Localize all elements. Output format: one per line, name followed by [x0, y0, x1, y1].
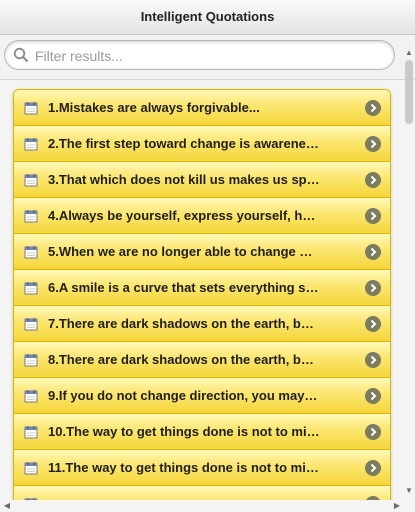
scroll-thumb[interactable]: [405, 60, 413, 124]
search-input[interactable]: [33, 44, 392, 68]
chevron-right-icon[interactable]: [365, 100, 381, 116]
quote-row[interactable]: 8.There are dark shadows on the earth, b…: [14, 342, 390, 378]
quote-label: 7.There are dark shadows on the earth, b…: [48, 316, 314, 331]
quote-label: 10.The way to get things done is not to …: [48, 424, 320, 439]
chevron-right-icon[interactable]: [365, 316, 381, 332]
chevron-right-icon[interactable]: [365, 424, 381, 440]
quote-row[interactable]: 6.A smile is a curve that sets everythin…: [14, 270, 390, 306]
horizontal-scrollbar[interactable]: ◀ ▶: [0, 500, 415, 512]
calendar-icon: [24, 246, 38, 259]
calendar-icon: [24, 174, 38, 187]
quote-row[interactable]: 11.The way to get things done is not to …: [14, 450, 390, 486]
chevron-right-icon[interactable]: [365, 244, 381, 260]
chevron-right-icon[interactable]: [365, 208, 381, 224]
scroll-up-icon[interactable]: ▲: [404, 48, 414, 58]
calendar-icon: [24, 210, 38, 223]
scroll-left-icon[interactable]: ◀: [2, 501, 12, 511]
quote-list: 1.Mistakes are always forgivable... 2.The…: [13, 89, 391, 512]
chevron-right-icon[interactable]: [365, 280, 381, 296]
quote-row[interactable]: 4.Always be yourself, express yourself, …: [14, 198, 390, 234]
chevron-right-icon[interactable]: [365, 352, 381, 368]
calendar-icon: [24, 390, 38, 403]
calendar-icon: [24, 138, 38, 151]
quote-label: 1.Mistakes are always forgivable...: [48, 100, 260, 115]
quote-label: 5.When we are no longer able to change …: [48, 244, 313, 259]
quote-label: 2.The first step toward change is awaren…: [48, 136, 319, 151]
chevron-right-icon[interactable]: [365, 136, 381, 152]
quote-label: 9.If you do not change direction, you ma…: [48, 388, 318, 403]
chevron-right-icon[interactable]: [365, 172, 381, 188]
quote-row[interactable]: 7.There are dark shadows on the earth, b…: [14, 306, 390, 342]
quote-label: 4.Always be yourself, express yourself, …: [48, 208, 316, 223]
calendar-icon: [24, 102, 38, 115]
app-title-bar: Intelligent Quotations: [0, 0, 415, 35]
quote-row[interactable]: 2.The first step toward change is awaren…: [14, 126, 390, 162]
quote-row[interactable]: 1.Mistakes are always forgivable...: [14, 90, 390, 126]
search-icon: [13, 47, 29, 63]
quote-row[interactable]: 3.That which does not kill us makes us s…: [14, 162, 390, 198]
quote-label: 8.There are dark shadows on the earth, b…: [48, 352, 314, 367]
vertical-scrollbar[interactable]: ▲ ▼: [403, 48, 415, 498]
quote-row[interactable]: 9.If you do not change direction, you ma…: [14, 378, 390, 414]
search-box[interactable]: [4, 40, 395, 70]
calendar-icon: [24, 282, 38, 295]
quote-label: 3.That which does not kill us makes us s…: [48, 172, 320, 187]
chevron-right-icon[interactable]: [365, 388, 381, 404]
quote-label: 11.The way to get things done is not to …: [48, 460, 319, 475]
quote-label: 6.A smile is a curve that sets everythin…: [48, 280, 319, 295]
calendar-icon: [24, 426, 38, 439]
scroll-right-icon[interactable]: ▶: [392, 501, 402, 511]
chevron-right-icon[interactable]: [365, 460, 381, 476]
scroll-down-icon[interactable]: ▼: [404, 486, 414, 496]
calendar-icon: [24, 318, 38, 331]
quote-row[interactable]: 5.When we are no longer able to change …: [14, 234, 390, 270]
search-bar: [0, 35, 415, 80]
quote-list-area: 1.Mistakes are always forgivable... 2.The…: [0, 80, 415, 512]
page-title: Intelligent Quotations: [140, 9, 275, 24]
calendar-icon: [24, 354, 38, 367]
quote-row[interactable]: 10.The way to get things done is not to …: [14, 414, 390, 450]
calendar-icon: [24, 462, 38, 475]
